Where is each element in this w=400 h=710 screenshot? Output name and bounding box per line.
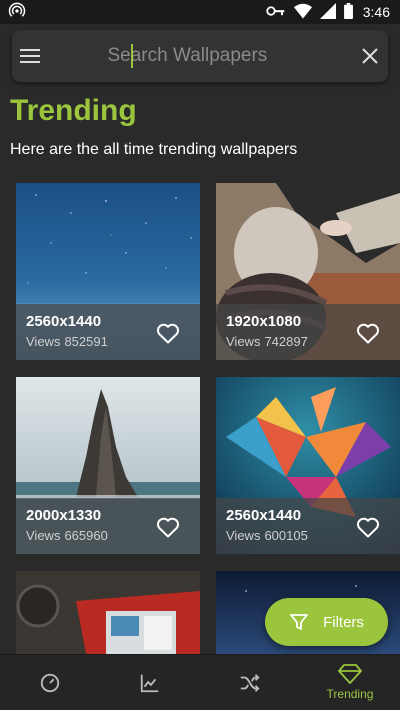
views-label: Views [226, 528, 261, 543]
dashboard-icon [40, 673, 60, 692]
favorite-heart-icon[interactable] [156, 322, 180, 344]
nav-item-dashboard[interactable] [0, 655, 100, 710]
page-subtitle: Here are the all time trending wallpaper… [10, 141, 298, 158]
search-bar [12, 30, 388, 82]
search-input[interactable] [47, 30, 353, 82]
wallpaper-resolution: 2000x1330 [26, 507, 102, 524]
wallpaper-views: Views 742897 [226, 334, 308, 349]
wallpaper-card[interactable]: 2560x1440 Views 852591 [16, 183, 200, 360]
filters-button[interactable]: Filters [265, 598, 388, 646]
wallpaper-thumbnail [16, 571, 200, 654]
menu-button[interactable] [12, 30, 48, 82]
nav-item-trending[interactable]: Trending [300, 655, 400, 710]
filters-button-label: Filters [323, 613, 364, 631]
wifi-icon [293, 3, 312, 22]
views-label: Views [26, 528, 61, 543]
views-count: 665960 [64, 528, 108, 543]
views-count: 600105 [264, 528, 308, 543]
vpn-key-icon [266, 4, 286, 21]
wallpaper-card[interactable]: 2560x1440 Views 600105 [216, 377, 400, 554]
battery-icon [343, 2, 353, 22]
status-bar: 3:46 [0, 0, 400, 24]
close-icon [362, 48, 378, 64]
views-count: 742897 [264, 334, 308, 349]
shuffle-icon [240, 673, 260, 692]
signal-icon [319, 2, 336, 22]
hotspot-icon [8, 2, 26, 23]
wallpaper-card[interactable]: 2000x1330 Views 665960 [16, 377, 200, 554]
views-label: Views [226, 334, 261, 349]
wallpaper-resolution: 2560x1440 [26, 313, 102, 330]
status-time: 3:46 [362, 4, 390, 20]
page-title: Trending [10, 94, 137, 127]
nav-item-shuffle[interactable] [200, 655, 300, 710]
wallpaper-resolution: 2560x1440 [226, 507, 302, 524]
nav-item-chart[interactable] [100, 655, 200, 710]
views-label: Views [26, 334, 61, 349]
chart-icon [140, 674, 159, 692]
filter-funnel-icon [290, 614, 308, 630]
bottom-navigation: Trending [0, 654, 400, 710]
wallpaper-views: Views 852591 [26, 334, 108, 349]
views-count: 852591 [64, 334, 108, 349]
favorite-heart-icon[interactable] [356, 516, 380, 538]
hamburger-menu-icon [19, 49, 40, 63]
wallpaper-card[interactable] [16, 571, 200, 654]
wallpaper-resolution: 1920x1080 [226, 313, 302, 330]
clear-search-button[interactable] [353, 30, 389, 82]
wallpaper-views: Views 665960 [26, 528, 108, 543]
wallpaper-card[interactable]: 1920x1080 Views 742897 [216, 183, 400, 360]
wallpaper-views: Views 600105 [226, 528, 308, 543]
text-caret [131, 44, 133, 68]
favorite-heart-icon[interactable] [156, 516, 180, 538]
favorite-heart-icon[interactable] [356, 322, 380, 344]
nav-item-label: Trending [326, 687, 374, 701]
diamond-icon [338, 664, 362, 684]
